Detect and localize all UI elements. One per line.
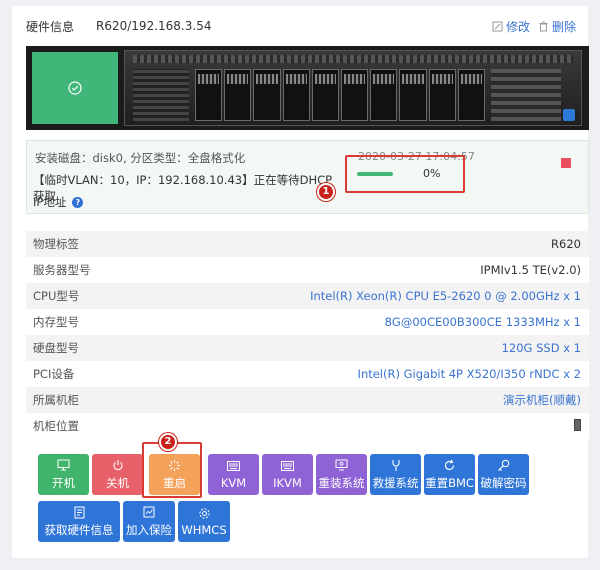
info-label: 内存型号 — [33, 315, 79, 329]
info-label: 服务器型号 — [33, 263, 91, 277]
info-row-disk: 硬盘型号 120G SSD x 1 — [26, 335, 589, 361]
power-off-button[interactable]: 关机 — [92, 454, 143, 495]
monitor-icon — [57, 458, 71, 472]
server-status-indicator — [32, 52, 118, 124]
disk-info: 安装磁盘：disk0, 分区类型：全盘格式化 — [35, 151, 246, 165]
rack-link[interactable]: 演示机柜(顺戴) — [503, 392, 581, 408]
document-icon — [72, 505, 86, 519]
ikvm-button[interactable]: IKVM — [262, 454, 313, 495]
card-header: 硬件信息 R620/192.168.3.54 修改 删除 — [26, 16, 576, 36]
task-status-continued: IP地址 — [33, 195, 67, 209]
crack-password-label: 破解密码 — [480, 476, 527, 490]
server-image — [26, 46, 589, 130]
memory-link[interactable]: 8G@00CE00B300CE 1333MHz x 1 — [385, 315, 581, 329]
info-row-rack: 所属机柜 演示机柜(顺戴) — [26, 387, 589, 413]
power-on-label: 开机 — [52, 476, 75, 490]
crack-password-button[interactable]: 破解密码 — [478, 454, 529, 495]
rescue-button[interactable]: 救援系统 — [370, 454, 421, 495]
power-on-button[interactable]: 开机 — [38, 454, 89, 495]
info-row-rack-position: 机柜位置 — [26, 413, 589, 439]
info-label: CPU型号 — [33, 289, 80, 303]
device-name: R620/192.168.3.54 — [96, 19, 212, 33]
info-label: PCI设备 — [33, 367, 75, 381]
pci-link[interactable]: Intel(R) Gigabit 4P X520/I350 rNDC x 2 — [358, 367, 581, 381]
info-value: R620 — [551, 237, 581, 251]
refresh-icon — [443, 458, 457, 472]
hardware-card: 硬件信息 R620/192.168.3.54 修改 删除 安装磁盘：disk0,… — [12, 6, 589, 558]
info-row-cpu: CPU型号 Intel(R) Xeon(R) CPU E5-2620 0 @ 2… — [26, 283, 589, 309]
edit-button[interactable]: 修改 — [492, 18, 530, 35]
install-task-panel: 安装磁盘：disk0, 分区类型：全盘格式化 2020-03-27 17:04:… — [26, 140, 589, 214]
whmcs-label: WHMCS — [181, 523, 227, 537]
gear-icon — [197, 506, 211, 520]
delete-label: 删除 — [551, 19, 576, 34]
progress-bar — [357, 172, 393, 176]
reinstall-label: 重装系统 — [318, 476, 365, 490]
get-hardware-label: 获取硬件信息 — [44, 523, 114, 537]
action-buttons: 2 开机 关机 重启 KVM IKVM 重装系统 救援系统 重置BMC 破解密码… — [38, 433, 578, 548]
kvm-label: KVM — [220, 476, 247, 490]
cpu-link[interactable]: Intel(R) Xeon(R) CPU E5-2620 0 @ 2.00GHz… — [310, 289, 581, 303]
disk-link[interactable]: 120G SSD x 1 — [502, 341, 581, 355]
info-label: 机柜位置 — [33, 419, 79, 433]
restart-label: 重启 — [163, 476, 186, 490]
trash-icon — [539, 21, 548, 31]
add-warranty-button[interactable]: 加入保险 — [123, 501, 175, 542]
annotation-badge-2: 2 — [159, 433, 177, 451]
chart-icon — [142, 505, 156, 519]
delete-button[interactable]: 删除 — [538, 18, 576, 35]
annotation-badge-1: 1 — [317, 183, 335, 201]
restart-button[interactable]: 重启 — [149, 454, 200, 495]
monitor-settings-icon — [335, 458, 349, 472]
progress-text: 0% — [423, 167, 441, 180]
server-chassis — [124, 50, 582, 126]
info-row-memory: 内存型号 8G@00CE00B300CE 1333MHz x 1 — [26, 309, 589, 335]
power-icon — [111, 458, 125, 472]
spinner-icon — [168, 458, 182, 472]
edit-icon — [492, 21, 503, 31]
kvm-button[interactable]: KVM — [208, 454, 259, 495]
key-icon — [497, 458, 511, 472]
question-icon[interactable]: ? — [72, 196, 84, 208]
reset-bmc-button[interactable]: 重置BMC — [424, 454, 475, 495]
header-actions: 修改 删除 — [492, 18, 576, 35]
ikvm-label: IKVM — [273, 476, 302, 490]
add-warranty-label: 加入保险 — [126, 523, 172, 537]
vendor-logo — [563, 109, 575, 121]
keyboard-icon — [227, 459, 241, 473]
reinstall-button[interactable]: 重装系统 — [316, 454, 367, 495]
hardware-info-table: 物理标签 R620 服务器型号 IPMIv1.5 TE(v2.0) CPU型号 … — [26, 231, 589, 439]
info-label: 物理标签 — [33, 237, 79, 251]
check-circle-icon — [68, 81, 82, 95]
card-title: 硬件信息 — [26, 19, 75, 34]
power-off-label: 关机 — [106, 476, 129, 490]
stop-icon[interactable] — [561, 158, 571, 168]
info-row-server-model: 服务器型号 IPMIv1.5 TE(v2.0) — [26, 257, 589, 283]
info-row-pci: PCI设备 Intel(R) Gigabit 4P X520/I350 rNDC… — [26, 361, 589, 387]
rack-position-value[interactable] — [574, 418, 581, 434]
reset-bmc-label: 重置BMC — [425, 476, 474, 490]
info-row-physical-label: 物理标签 R620 — [26, 231, 589, 257]
info-label: 硬盘型号 — [33, 341, 79, 355]
edit-label: 修改 — [505, 19, 530, 34]
get-hardware-button[interactable]: 获取硬件信息 — [38, 501, 120, 542]
wrench-icon — [389, 458, 403, 472]
info-value: IPMIv1.5 TE(v2.0) — [480, 263, 581, 277]
whmcs-button[interactable]: WHMCS — [178, 501, 230, 542]
keyboard-icon — [281, 459, 295, 473]
rack-icon — [574, 418, 581, 431]
progress-highlight: 0% — [345, 155, 465, 193]
info-label: 所属机柜 — [33, 393, 79, 407]
rescue-label: 救援系统 — [372, 476, 419, 490]
